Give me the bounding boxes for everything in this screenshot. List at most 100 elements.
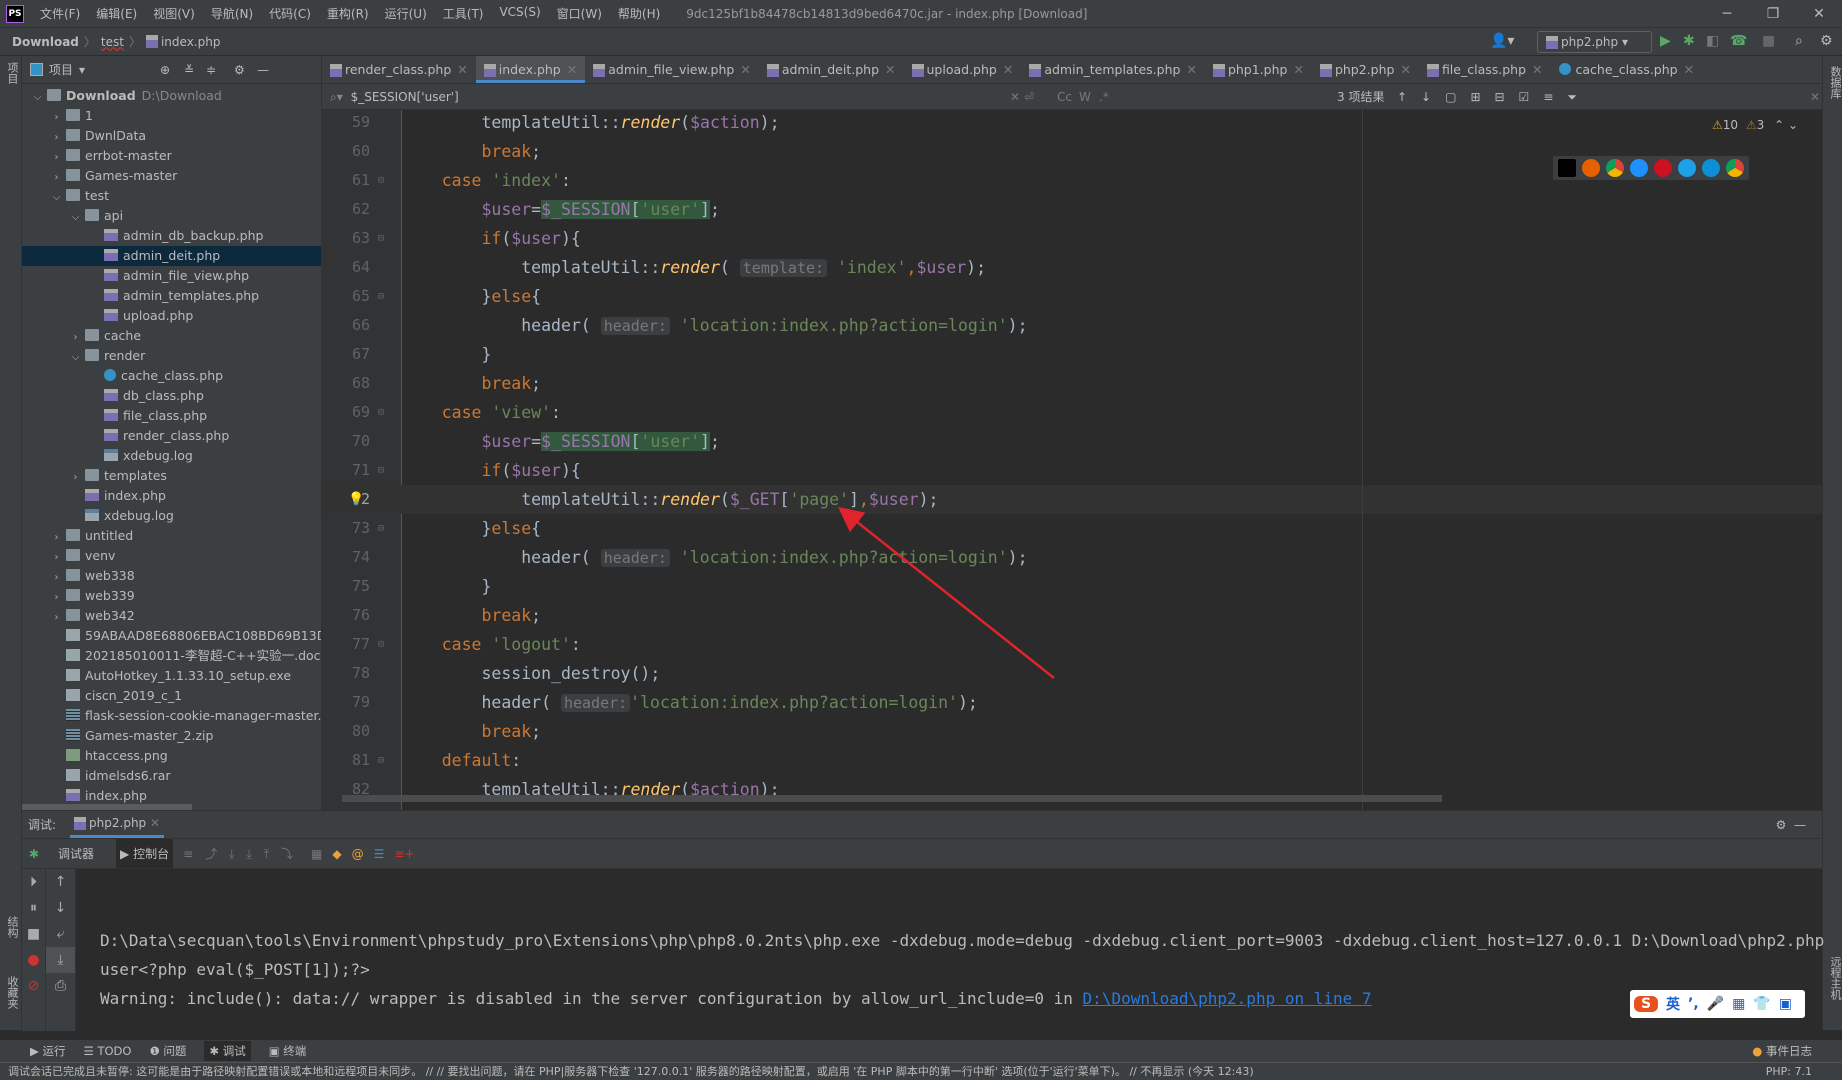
- clear-search-icon[interactable]: ✕ ⏎: [1010, 84, 1034, 110]
- code-line[interactable]: 67 }: [322, 340, 1822, 369]
- menu-item[interactable]: 代码(C): [261, 5, 319, 22]
- tool-tab-todo[interactable]: ☰ TODO: [84, 1044, 132, 1058]
- ime-skin-icon[interactable]: 👕: [1753, 996, 1770, 1012]
- tree-item[interactable]: ⌵ api: [22, 206, 321, 226]
- code-editor[interactable]: 59 templateUtil::render($action); 60 brea…: [322, 110, 1822, 810]
- tree-item[interactable]: flask-session-cookie-manager-master.zip: [22, 706, 321, 726]
- project-tool-label[interactable]: 项目: [4, 62, 20, 84]
- remote-host-tool-label[interactable]: 远程主机: [1827, 956, 1842, 1000]
- intention-bulb-icon[interactable]: 💡: [348, 485, 364, 514]
- tree-item[interactable]: › web339: [22, 586, 321, 606]
- tree-item[interactable]: idmelsds6.rar: [22, 766, 321, 786]
- gear-icon[interactable]: ⚙: [234, 63, 245, 77]
- code-line[interactable]: 71 ⊟ if($user){: [322, 456, 1822, 485]
- editor-tab[interactable]: admin_deit.php ✕: [759, 56, 904, 83]
- code-line[interactable]: 74 header( header: 'location:index.php?a…: [322, 543, 1822, 572]
- console-file-link[interactable]: D:\Download\php2.php on line 7: [1083, 989, 1372, 1008]
- tree-item[interactable]: xdebug.log: [22, 506, 321, 526]
- fold-marker[interactable]: ⊟: [378, 456, 384, 485]
- close-tab-icon[interactable]: ✕: [1684, 62, 1694, 77]
- coverage-icon[interactable]: ◧: [1706, 33, 1719, 49]
- close-tab-icon[interactable]: ✕: [1186, 62, 1196, 77]
- code-line[interactable]: 77 ⊟ case 'logout':: [322, 630, 1822, 659]
- mute-breakpoints-icon[interactable]: ⊘: [22, 973, 45, 999]
- menu-item[interactable]: VCS(S): [491, 5, 548, 22]
- minimize-button[interactable]: ─: [1704, 0, 1750, 28]
- editor-tab[interactable]: index.php ✕: [475, 56, 586, 83]
- editor-tab[interactable]: render_class.php ✕: [322, 56, 476, 83]
- scroll-to-end-icon[interactable]: ⤓: [46, 947, 75, 973]
- breadcrumb-test[interactable]: test: [101, 35, 124, 49]
- tree-item[interactable]: render_class.php: [22, 426, 321, 446]
- code-line[interactable]: 68 break;: [322, 369, 1822, 398]
- editor-tab[interactable]: cache_class.php ✕: [1551, 56, 1703, 83]
- fold-marker[interactable]: ⊟: [378, 746, 384, 775]
- project-view-select[interactable]: 项目: [49, 61, 73, 78]
- tree-item[interactable]: file_class.php: [22, 406, 321, 426]
- editor-tab[interactable]: php2.php ✕: [1312, 56, 1419, 83]
- user-icon[interactable]: 👤▾: [1490, 33, 1514, 49]
- tool-tab-problems[interactable]: ❶ 问题: [149, 1043, 186, 1059]
- menu-item[interactable]: 工具(T): [435, 5, 492, 22]
- locate-icon[interactable]: ⊕: [160, 63, 170, 77]
- menu-item[interactable]: 帮助(H): [610, 5, 668, 22]
- menu-item[interactable]: 文件(F): [32, 5, 88, 22]
- evaluate-icon[interactable]: ▦: [311, 847, 322, 861]
- collapse-all-icon[interactable]: ≑: [206, 63, 216, 77]
- tree-item[interactable]: 202185010011-李智超-C++实验一.doc: [22, 646, 321, 666]
- pause-icon[interactable]: ⏸: [22, 895, 45, 921]
- ime-keyboard-icon[interactable]: ▦: [1732, 996, 1745, 1012]
- code-line[interactable]: 65 ⊟ }else{: [322, 282, 1822, 311]
- code-line[interactable]: 70 $user=$_SESSION['user'];: [322, 427, 1822, 456]
- tree-item[interactable]: cache_class.php: [22, 366, 321, 386]
- close-tab-icon[interactable]: ✕: [1400, 62, 1410, 77]
- fold-marker[interactable]: ⊟: [378, 166, 384, 195]
- menu-item[interactable]: 编辑(E): [88, 5, 145, 22]
- menu-item[interactable]: 视图(V): [145, 5, 203, 22]
- search-everywhere-icon[interactable]: ⌕: [1795, 33, 1803, 49]
- debug-session-tab[interactable]: php2.php ✕: [70, 811, 165, 838]
- listen-debug-icon[interactable]: ☎: [1730, 33, 1747, 49]
- close-tab-icon[interactable]: ✕: [1293, 62, 1303, 77]
- fold-marker[interactable]: ⊟: [378, 514, 384, 543]
- ime-language[interactable]: 英: [1666, 994, 1680, 1014]
- tree-item[interactable]: upload.php: [22, 306, 321, 326]
- tree-item[interactable]: index.php: [22, 486, 321, 506]
- tree-item[interactable]: AutoHotkey_1.1.33.10_setup.exe: [22, 666, 321, 686]
- run-config-select[interactable]: php2.php ▾: [1537, 31, 1652, 53]
- editor-tab[interactable]: upload.php ✕: [904, 56, 1022, 83]
- menu-item[interactable]: 导航(N): [203, 5, 261, 22]
- debug-settings-icon[interactable]: ⚙ —: [1776, 818, 1806, 832]
- editor-tab[interactable]: admin_file_view.php ✕: [585, 56, 759, 83]
- tree-item[interactable]: › web338: [22, 566, 321, 586]
- fold-marker[interactable]: ⊟: [378, 224, 384, 253]
- menu-item[interactable]: 窗口(W): [549, 5, 610, 22]
- tree-item[interactable]: › web342: [22, 606, 321, 626]
- tree-item[interactable]: admin_deit.php: [22, 246, 321, 266]
- class-filter-icon[interactable]: ◆: [332, 847, 341, 861]
- at-icon[interactable]: @: [352, 847, 364, 861]
- tree-item[interactable]: › DwnlData: [22, 126, 321, 146]
- stop-debug-icon[interactable]: ■: [22, 921, 45, 947]
- tool-tab-terminal[interactable]: ▣ 终端: [269, 1043, 307, 1059]
- debug-icon[interactable]: ✱: [1683, 33, 1695, 49]
- code-line[interactable]: 69 ⊟ case 'view':: [322, 398, 1822, 427]
- editor-tab[interactable]: file_class.php ✕: [1419, 56, 1551, 83]
- code-line[interactable]: 72 💡 templateUtil::render($_GET['page'],$…: [322, 485, 1822, 514]
- firefox-icon[interactable]: [1582, 159, 1600, 177]
- tool-tab-debug[interactable]: ✱ 调试: [204, 1041, 251, 1061]
- fold-marker[interactable]: ⊟: [378, 398, 384, 427]
- editor-tab[interactable]: php1.php ✕: [1205, 56, 1312, 83]
- code-line[interactable]: 80 break;: [322, 717, 1822, 746]
- code-line[interactable]: 75 }: [322, 572, 1822, 601]
- close-tab-icon[interactable]: ✕: [885, 62, 895, 77]
- database-tool-label[interactable]: 数据库: [1827, 66, 1842, 99]
- phpstorm-browser-icon[interactable]: [1558, 159, 1576, 177]
- structure-tool-label[interactable]: 结构: [4, 916, 20, 938]
- tree-item[interactable]: 59ABAAD8E68806EBAC108BD69B13D7E9: [22, 626, 321, 646]
- tree-item[interactable]: › venv: [22, 546, 321, 566]
- scroll-up-icon[interactable]: ↑: [46, 869, 75, 895]
- php-version[interactable]: PHP: 7.1: [1759, 1063, 1812, 1080]
- status-message[interactable]: 调试会话已完成且未暂停: 这可能是由于路径映射配置错误或本地和远程项目未同步。 …: [8, 1065, 1254, 1078]
- tree-item[interactable]: ciscn_2019_c_1: [22, 686, 321, 706]
